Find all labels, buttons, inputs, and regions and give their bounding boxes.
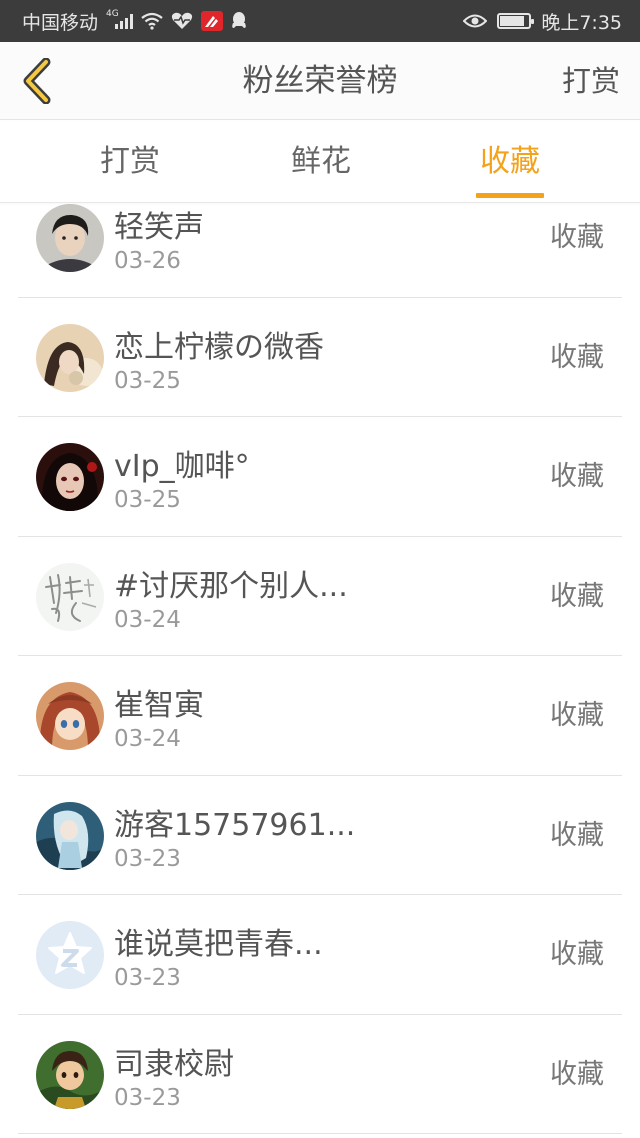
fan-name: 司隶校尉 (114, 1046, 234, 1082)
reward-button[interactable]: 打赏 (562, 42, 620, 120)
photo-boy-avatar (36, 204, 104, 272)
fan-name: vIp_咖啡° (114, 449, 250, 484)
action-label: 收藏 (550, 939, 604, 970)
fan-list: 轻笑声 03-26 收藏 恋上柠檬の微香 03-25 收藏 vIp_咖啡° 03… (0, 178, 640, 1134)
action-label: 收藏 (550, 1058, 604, 1090)
fan-date: 03-26 (114, 248, 181, 274)
tab-flowers[interactable]: 鲜花 (286, 121, 356, 203)
heart-rate-icon (171, 12, 193, 30)
tab-favorites[interactable]: 收藏 (476, 121, 544, 203)
art-girl-avatar (36, 443, 104, 511)
anime-boy-avatar (36, 801, 104, 870)
fan-date: 03-23 (114, 845, 181, 872)
fan-date: 03-23 (114, 965, 181, 991)
tab-label: 收藏 (480, 144, 540, 179)
action-label: 收藏 (550, 580, 604, 612)
battery-icon (497, 13, 535, 29)
fan-date: 03-24 (114, 606, 181, 633)
carrier-label: 中国移动 (22, 11, 99, 34)
list-item[interactable]: 恋上柠檬の微香 03-25 收藏 (18, 298, 622, 417)
tab-label: 打赏 (100, 144, 160, 179)
fan-name: 游客15757961... (114, 807, 356, 843)
calligraphy-avatar (36, 562, 104, 631)
app-notification-icon (200, 11, 223, 31)
anime-girl-avatar (36, 682, 104, 750)
qq-icon (231, 11, 247, 31)
list-item[interactable]: 谁说莫把青春... 03-23 收藏 (18, 895, 622, 1015)
eye-comfort-icon (463, 13, 488, 29)
fan-name: 恋上柠檬の微香 (114, 329, 324, 365)
list-item[interactable]: vIp_咖啡° 03-25 收藏 (18, 417, 622, 537)
fan-date: 03-25 (114, 367, 181, 394)
cartoon-warrior-avatar (36, 1040, 104, 1109)
action-label: 收藏 (550, 461, 604, 492)
fan-name: 谁说莫把青春... (114, 927, 323, 962)
fan-date: 03-24 (114, 726, 181, 752)
tab-label: 鲜花 (291, 144, 351, 179)
wifi-icon (141, 12, 163, 30)
action-label: 收藏 (550, 700, 604, 731)
clock-label: 晚上7:35 (541, 11, 622, 34)
fan-date: 03-23 (114, 1084, 181, 1111)
list-item[interactable]: 游客15757961... 03-23 收藏 (18, 776, 622, 895)
nav-bar: 粉丝荣誉榜 打赏 (0, 42, 640, 120)
default-z-avatar (36, 921, 104, 989)
fan-name: 轻笑声 (114, 210, 204, 245)
list-item[interactable]: 司隶校尉 03-23 收藏 (18, 1015, 622, 1134)
list-item[interactable]: #讨厌那个别人... 03-24 收藏 (18, 537, 622, 656)
fan-date: 03-25 (114, 487, 181, 513)
page-title: 粉丝荣誉榜 (242, 63, 398, 99)
tab-reward[interactable]: 打赏 (95, 121, 165, 203)
signal-icon: 4G (106, 9, 133, 29)
list-item[interactable]: 崔智寅 03-24 收藏 (18, 656, 622, 776)
active-tab-indicator (476, 193, 544, 198)
tab-bar: 打赏 鲜花 收藏 (0, 121, 640, 203)
photo-girl-avatar (36, 323, 104, 392)
fan-name: 崔智寅 (114, 688, 204, 723)
action-label: 收藏 (550, 341, 604, 373)
fan-name: #讨厌那个别人... (114, 568, 348, 604)
action-label: 收藏 (550, 819, 604, 851)
status-bar: 中国移动 4G 晚上7:35 (0, 0, 640, 42)
network-type-label: 4G (106, 9, 119, 19)
